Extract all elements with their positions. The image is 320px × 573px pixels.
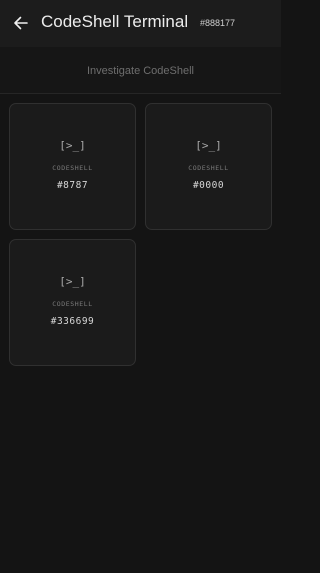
codeshell-tile[interactable]: [>_] CODESHELL #336699	[9, 239, 136, 366]
tile-code: #0000	[192, 180, 225, 191]
arrow-left-icon	[14, 16, 28, 30]
app-screen: CodeShell Terminal #888177 Investigate C…	[0, 0, 281, 573]
tile-type-label: CODESHELL	[52, 300, 93, 308]
page-title: CodeShell Terminal	[41, 12, 189, 31]
tile-code: #8787	[56, 180, 89, 191]
back-button[interactable]	[8, 10, 34, 36]
tile-type-label: CODESHELL	[52, 164, 93, 172]
terminal-prompt-icon: [>_]	[59, 139, 86, 152]
session-code-label: #888177	[200, 18, 236, 28]
tile-type-label: CODESHELL	[188, 164, 229, 172]
top-app-bar: CodeShell Terminal #888177	[0, 0, 281, 47]
subheader-text: Investigate CodeShell	[86, 65, 194, 77]
terminal-prompt-icon: [>_]	[195, 139, 222, 152]
tile-code: #336699	[50, 316, 95, 327]
codeshell-tile[interactable]: [>_] CODESHELL #8787	[9, 103, 136, 230]
codeshell-tile[interactable]: [>_] CODESHELL #0000	[145, 103, 272, 230]
terminal-prompt-icon: [>_]	[59, 275, 86, 288]
subheader-bar: Investigate CodeShell	[0, 47, 281, 94]
